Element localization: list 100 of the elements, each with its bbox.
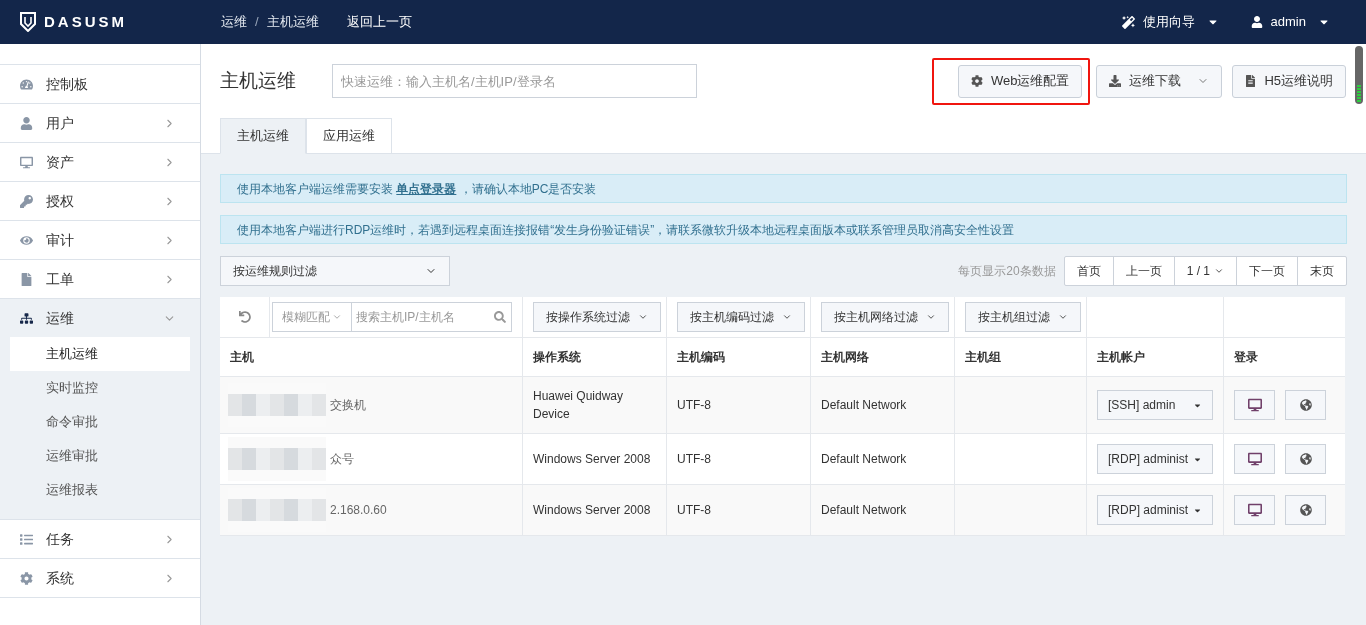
host-search-field[interactable]: 搜索主机IP/主机名 xyxy=(352,302,512,332)
list-icon xyxy=(20,532,33,546)
toolbar-button[interactable]: 运维下载 xyxy=(1096,64,1223,98)
dashboard-icon xyxy=(20,77,33,91)
sidebar-item[interactable]: 用户 xyxy=(0,104,200,142)
monitor-icon xyxy=(1247,398,1262,412)
sidebar-item[interactable]: 运维 xyxy=(0,299,200,337)
settings-icon xyxy=(20,571,33,585)
globe-icon xyxy=(1299,399,1312,411)
logo-text: DASUSM xyxy=(44,11,127,32)
web-login-button[interactable] xyxy=(1285,495,1326,525)
column-header: 操作系统 xyxy=(523,338,667,376)
sidebar-item[interactable]: 工单 xyxy=(0,260,200,298)
chevron-down-icon xyxy=(332,312,342,322)
sidebar-item[interactable]: 系统 xyxy=(0,559,200,597)
host-name: 交换机 xyxy=(329,397,366,414)
web-login-button[interactable] xyxy=(1285,390,1326,420)
column-filter-select[interactable]: 按主机组过滤 xyxy=(965,302,1081,332)
table-cell: Default Network xyxy=(811,377,955,433)
monitor-icon xyxy=(1247,452,1262,466)
gear-icon xyxy=(970,75,983,87)
chevron-down-icon xyxy=(1058,312,1068,322)
monitor-icon xyxy=(1247,503,1262,517)
sitemap-icon xyxy=(20,311,33,325)
table-cell: Default Network xyxy=(811,485,955,535)
key-icon xyxy=(20,194,33,208)
page-size-text: 每页显示20条数据 xyxy=(958,263,1056,280)
page-button[interactable]: 首页 xyxy=(1064,257,1114,285)
column-header: 登录 xyxy=(1233,349,1259,366)
column-header: 主机帐户 xyxy=(1087,338,1224,376)
guide-menu[interactable]: 使用向导 xyxy=(1121,12,1219,32)
quick-search-field[interactable]: 快速运维：输入主机名/主机IP/登录名 xyxy=(332,64,697,98)
toolbar-button[interactable]: H5运维说明 xyxy=(1232,64,1346,98)
alert-text: 使用本地客户端运维需要安装 单点登录器 ，请确认本地PC是否安装 xyxy=(237,180,597,198)
column-header: 主机 xyxy=(220,338,523,376)
host-name: 众号 xyxy=(329,451,354,468)
account-select[interactable]: [SSH] admin xyxy=(1097,390,1213,420)
monitor-icon xyxy=(20,155,33,169)
chevron-down-icon xyxy=(1214,266,1224,276)
column-filter-select[interactable]: 按操作系统过滤 xyxy=(533,302,661,332)
breadcrumb-link[interactable]: 主机运维 xyxy=(266,12,319,32)
breadcrumb-link[interactable]: 运维 xyxy=(221,12,247,32)
back-link[interactable]: 返回上一页 xyxy=(346,12,412,32)
eye-icon xyxy=(20,233,33,247)
globe-icon xyxy=(1299,504,1312,516)
tab[interactable]: 应用运维 xyxy=(306,118,392,154)
table-cell: UTF-8 xyxy=(667,377,811,433)
page-button[interactable]: 末页 xyxy=(1298,257,1346,285)
search-icon xyxy=(494,311,506,323)
breadcrumb-separator: / xyxy=(255,13,259,32)
submenu-item[interactable]: 命令审批 xyxy=(10,405,190,439)
column-filter-select[interactable]: 按主机编码过滤 xyxy=(677,302,805,332)
download-icon xyxy=(1109,75,1122,87)
document-icon xyxy=(1245,75,1257,87)
desktop-login-button[interactable] xyxy=(1234,495,1275,525)
sidebar-item[interactable]: 资产 xyxy=(0,143,200,181)
table-cell: Windows Server 2008 xyxy=(523,434,667,484)
chevron-down-icon xyxy=(638,312,648,322)
table-cell: UTF-8 xyxy=(667,434,811,484)
column-header: 主机编码 xyxy=(667,338,811,376)
sidebar-item[interactable]: 任务 xyxy=(0,520,200,558)
user-icon xyxy=(20,116,33,130)
chevron-down-icon xyxy=(782,312,792,322)
web-login-button[interactable] xyxy=(1285,444,1326,474)
sidebar-item[interactable]: 授权 xyxy=(0,182,200,220)
refresh-icon[interactable] xyxy=(238,311,251,323)
user-menu[interactable]: admin xyxy=(1250,12,1330,32)
globe-icon xyxy=(1299,453,1312,465)
submenu-item[interactable]: 运维审批 xyxy=(10,439,190,473)
page-button[interactable]: 下一页 xyxy=(1237,257,1298,285)
column-header: 主机网络 xyxy=(811,338,955,376)
submenu-item[interactable]: 实时监控 xyxy=(10,371,190,405)
wand-icon xyxy=(1121,15,1135,29)
submenu-item[interactable]: 主机运维 xyxy=(10,337,190,371)
column-filter-select[interactable]: 按主机网络过滤 xyxy=(821,302,949,332)
page-title: 主机运维 xyxy=(220,68,297,93)
install-link[interactable]: 单点登录器 xyxy=(396,181,457,196)
table-cell: UTF-8 xyxy=(667,485,811,535)
toolbar-button[interactable]: Web运维配置 xyxy=(957,64,1083,98)
scrollbar-thumb xyxy=(1355,46,1363,104)
alert-text: 使用本地客户端进行RDP运维时，若遇到远程桌面连接报错“发生身份验证错误”，请联系微软升级本地远程桌面版本或联系管理员取消高安全性设置 xyxy=(237,221,1015,239)
page-button[interactable]: 上一页 xyxy=(1113,257,1175,285)
document-icon xyxy=(20,272,33,286)
desktop-login-button[interactable] xyxy=(1234,444,1275,474)
sidebar-item[interactable]: 审计 xyxy=(0,221,200,259)
table-cell: Huawei Quidway Device xyxy=(523,377,667,433)
sidebar-item[interactable]: 控制板 xyxy=(0,65,200,103)
page-select[interactable]: 1 / 1 xyxy=(1174,257,1237,285)
host-name: 2.168.0.60 xyxy=(329,502,387,519)
table-cell: Windows Server 2008 xyxy=(523,485,667,535)
table-cell: Default Network xyxy=(811,434,955,484)
account-select[interactable]: [RDP] administ xyxy=(1097,444,1213,474)
submenu-item[interactable]: 运维报表 xyxy=(10,473,190,507)
desktop-login-button[interactable] xyxy=(1234,390,1275,420)
user-icon xyxy=(1250,16,1263,28)
column-header: 主机组 xyxy=(955,338,1087,376)
tab[interactable]: 主机运维 xyxy=(220,118,306,154)
account-select[interactable]: [RDP] administ xyxy=(1097,495,1213,525)
shield-logo-icon xyxy=(20,12,36,32)
rule-filter-select[interactable]: 按运维规则过滤 xyxy=(220,256,450,286)
